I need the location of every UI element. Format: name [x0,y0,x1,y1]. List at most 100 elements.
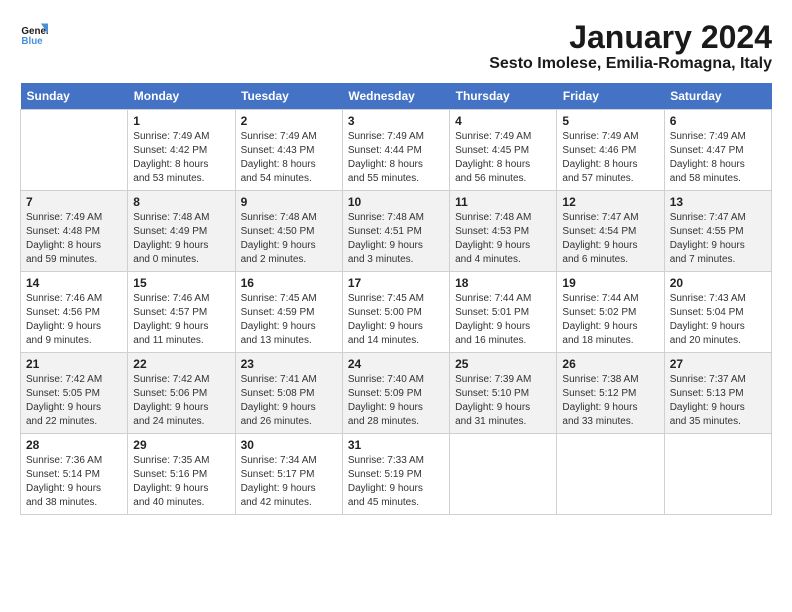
calendar-cell: 13 Sunrise: 7:47 AM Sunset: 4:55 PM Dayli… [664,191,771,272]
calendar-cell [21,110,128,191]
day-info: Sunrise: 7:49 AM Sunset: 4:48 PM Dayligh… [26,211,122,267]
page-header: General Blue January 2024 Sesto Imolese,… [20,20,772,73]
day-info: Sunrise: 7:36 AM Sunset: 5:14 PM Dayligh… [26,454,122,510]
day-info: Sunrise: 7:42 AM Sunset: 5:05 PM Dayligh… [26,373,122,429]
day-number: 1 [133,114,229,128]
calendar-cell: 10 Sunrise: 7:48 AM Sunset: 4:51 PM Dayli… [342,191,449,272]
day-number: 4 [455,114,551,128]
day-info: Sunrise: 7:44 AM Sunset: 5:01 PM Dayligh… [455,292,551,348]
calendar-cell: 12 Sunrise: 7:47 AM Sunset: 4:54 PM Dayli… [557,191,664,272]
day-info: Sunrise: 7:47 AM Sunset: 4:55 PM Dayligh… [670,211,766,267]
day-info: Sunrise: 7:43 AM Sunset: 5:04 PM Dayligh… [670,292,766,348]
logo: General Blue [20,20,48,48]
calendar-cell: 1 Sunrise: 7:49 AM Sunset: 4:42 PM Daylig… [128,110,235,191]
day-info: Sunrise: 7:46 AM Sunset: 4:57 PM Dayligh… [133,292,229,348]
column-header-friday: Friday [557,83,664,110]
day-number: 26 [562,357,658,371]
calendar-cell: 7 Sunrise: 7:49 AM Sunset: 4:48 PM Daylig… [21,191,128,272]
calendar-cell: 3 Sunrise: 7:49 AM Sunset: 4:44 PM Daylig… [342,110,449,191]
day-info: Sunrise: 7:49 AM Sunset: 4:44 PM Dayligh… [348,130,444,186]
day-info: Sunrise: 7:35 AM Sunset: 5:16 PM Dayligh… [133,454,229,510]
day-info: Sunrise: 7:40 AM Sunset: 5:09 PM Dayligh… [348,373,444,429]
day-number: 20 [670,276,766,290]
day-info: Sunrise: 7:49 AM Sunset: 4:47 PM Dayligh… [670,130,766,186]
calendar-cell: 18 Sunrise: 7:44 AM Sunset: 5:01 PM Dayli… [450,272,557,353]
column-header-tuesday: Tuesday [235,83,342,110]
day-info: Sunrise: 7:38 AM Sunset: 5:12 PM Dayligh… [562,373,658,429]
day-number: 13 [670,195,766,209]
column-header-thursday: Thursday [450,83,557,110]
title-block: January 2024 Sesto Imolese, Emilia-Romag… [489,20,772,73]
calendar-cell: 21 Sunrise: 7:42 AM Sunset: 5:05 PM Dayli… [21,353,128,434]
calendar-cell: 26 Sunrise: 7:38 AM Sunset: 5:12 PM Dayli… [557,353,664,434]
day-info: Sunrise: 7:42 AM Sunset: 5:06 PM Dayligh… [133,373,229,429]
calendar-header: SundayMondayTuesdayWednesdayThursdayFrid… [21,83,772,110]
day-info: Sunrise: 7:45 AM Sunset: 5:00 PM Dayligh… [348,292,444,348]
day-number: 12 [562,195,658,209]
column-header-monday: Monday [128,83,235,110]
day-info: Sunrise: 7:45 AM Sunset: 4:59 PM Dayligh… [241,292,337,348]
day-info: Sunrise: 7:37 AM Sunset: 5:13 PM Dayligh… [670,373,766,429]
page-subtitle: Sesto Imolese, Emilia-Romagna, Italy [489,55,772,73]
day-number: 6 [670,114,766,128]
day-number: 15 [133,276,229,290]
calendar-table: SundayMondayTuesdayWednesdayThursdayFrid… [20,83,772,515]
day-number: 22 [133,357,229,371]
day-info: Sunrise: 7:49 AM Sunset: 4:42 PM Dayligh… [133,130,229,186]
calendar-cell: 22 Sunrise: 7:42 AM Sunset: 5:06 PM Dayli… [128,353,235,434]
day-number: 5 [562,114,658,128]
calendar-cell: 30Sunrise: 7:34 AM Sunset: 5:17 PM Dayli… [235,434,342,515]
day-number: 27 [670,357,766,371]
day-number: 29 [133,438,229,452]
calendar-week-2: 7 Sunrise: 7:49 AM Sunset: 4:48 PM Daylig… [21,191,772,272]
day-info: Sunrise: 7:39 AM Sunset: 5:10 PM Dayligh… [455,373,551,429]
day-number: 28 [26,438,122,452]
day-info: Sunrise: 7:34 AM Sunset: 5:17 PM Dayligh… [241,454,337,510]
day-info: Sunrise: 7:48 AM Sunset: 4:51 PM Dayligh… [348,211,444,267]
calendar-cell: 19Sunrise: 7:44 AM Sunset: 5:02 PM Dayli… [557,272,664,353]
day-number: 8 [133,195,229,209]
calendar-body: 1 Sunrise: 7:49 AM Sunset: 4:42 PM Daylig… [21,110,772,515]
day-info: Sunrise: 7:47 AM Sunset: 4:54 PM Dayligh… [562,211,658,267]
day-info: Sunrise: 7:48 AM Sunset: 4:53 PM Dayligh… [455,211,551,267]
day-info: Sunrise: 7:48 AM Sunset: 4:50 PM Dayligh… [241,211,337,267]
calendar-cell: 31 Sunrise: 7:33 AM Sunset: 5:19 PM Dayli… [342,434,449,515]
day-info: Sunrise: 7:44 AM Sunset: 5:02 PM Dayligh… [562,292,658,348]
day-number: 11 [455,195,551,209]
calendar-cell: 6 Sunrise: 7:49 AM Sunset: 4:47 PM Daylig… [664,110,771,191]
calendar-cell: 15 Sunrise: 7:46 AM Sunset: 4:57 PM Dayli… [128,272,235,353]
calendar-cell: 28 Sunrise: 7:36 AM Sunset: 5:14 PM Dayli… [21,434,128,515]
day-number: 24 [348,357,444,371]
day-number: 7 [26,195,122,209]
calendar-cell: 5 Sunrise: 7:49 AM Sunset: 4:46 PM Daylig… [557,110,664,191]
day-number: 31 [348,438,444,452]
calendar-cell [664,434,771,515]
day-info: Sunrise: 7:48 AM Sunset: 4:49 PM Dayligh… [133,211,229,267]
page-title: January 2024 [489,20,772,55]
calendar-week-3: 14 Sunrise: 7:46 AM Sunset: 4:56 PM Dayli… [21,272,772,353]
day-info: Sunrise: 7:49 AM Sunset: 4:46 PM Dayligh… [562,130,658,186]
day-number: 2 [241,114,337,128]
calendar-cell: 23Sunrise: 7:41 AM Sunset: 5:08 PM Dayli… [235,353,342,434]
calendar-cell: 27 Sunrise: 7:37 AM Sunset: 5:13 PM Dayli… [664,353,771,434]
calendar-week-4: 21 Sunrise: 7:42 AM Sunset: 5:05 PM Dayli… [21,353,772,434]
day-number: 14 [26,276,122,290]
day-number: 3 [348,114,444,128]
calendar-cell: 4 Sunrise: 7:49 AM Sunset: 4:45 PM Daylig… [450,110,557,191]
day-number: 9 [241,195,337,209]
day-info: Sunrise: 7:49 AM Sunset: 4:45 PM Dayligh… [455,130,551,186]
calendar-cell: 2 Sunrise: 7:49 AM Sunset: 4:43 PM Daylig… [235,110,342,191]
day-number: 16 [241,276,337,290]
day-number: 18 [455,276,551,290]
day-info: Sunrise: 7:49 AM Sunset: 4:43 PM Dayligh… [241,130,337,186]
day-number: 25 [455,357,551,371]
calendar-cell: 20 Sunrise: 7:43 AM Sunset: 5:04 PM Dayli… [664,272,771,353]
day-info: Sunrise: 7:46 AM Sunset: 4:56 PM Dayligh… [26,292,122,348]
day-number: 21 [26,357,122,371]
column-header-sunday: Sunday [21,83,128,110]
calendar-cell: 14 Sunrise: 7:46 AM Sunset: 4:56 PM Dayli… [21,272,128,353]
calendar-cell: 16 Sunrise: 7:45 AM Sunset: 4:59 PM Dayli… [235,272,342,353]
calendar-cell: 29 Sunrise: 7:35 AM Sunset: 5:16 PM Dayli… [128,434,235,515]
day-number: 10 [348,195,444,209]
day-info: Sunrise: 7:33 AM Sunset: 5:19 PM Dayligh… [348,454,444,510]
